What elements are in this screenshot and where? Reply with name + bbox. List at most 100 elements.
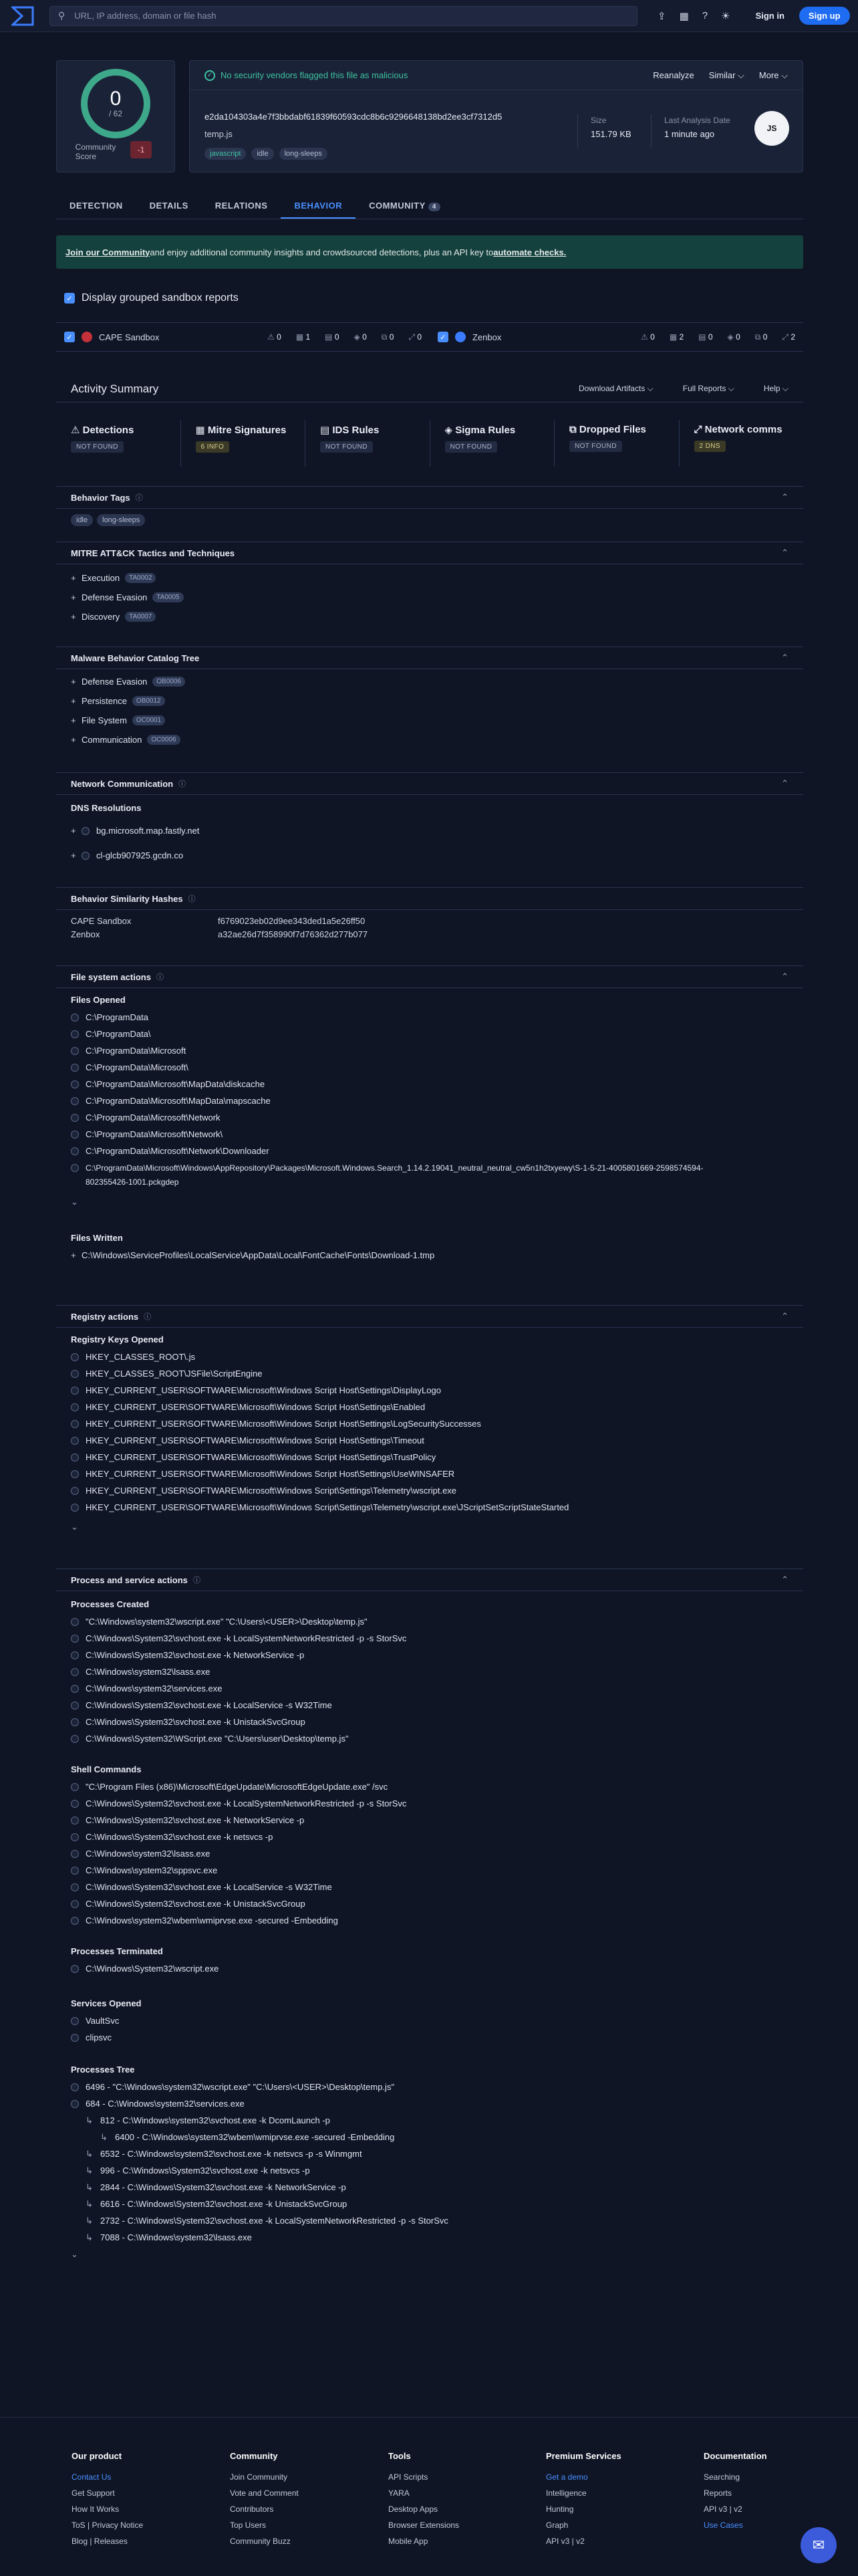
list-item[interactable]: + Persistence OB0012 xyxy=(56,693,803,709)
tag-javascript[interactable]: javascript xyxy=(204,148,247,160)
footer-link[interactable]: Contact Us xyxy=(72,2469,205,2485)
footer-link[interactable]: Intelligence xyxy=(546,2485,680,2501)
expand-icon[interactable]: + xyxy=(71,612,82,622)
shell-cmd[interactable]: C:\Windows\system32\wbem\wmiprvse.exe -s… xyxy=(86,1915,338,1925)
tree-node[interactable]: ↳ 996 - C:\Windows\System32\svchost.exe -… xyxy=(56,2162,803,2179)
file-path[interactable]: C:\ProgramData\Microsoft\MapData\diskcac… xyxy=(86,1079,265,1089)
footer-link[interactable]: API v3 | v2 xyxy=(546,2533,680,2549)
expand-icon[interactable]: + xyxy=(71,735,82,745)
list-item[interactable]: + C:\Windows\ServiceProfiles\LocalService… xyxy=(56,1247,803,1264)
join-community-link[interactable]: Join our Community xyxy=(65,247,150,257)
list-item[interactable]: + File System OC0001 xyxy=(56,712,803,729)
signup-button[interactable]: Sign up xyxy=(799,7,850,25)
search-input[interactable]: ⚲ URL, IP address, domain or file hash xyxy=(49,5,637,26)
card-ids[interactable]: ▤ IDS Rules NOT FOUND xyxy=(305,420,430,467)
tree-node[interactable]: 684 - C:\Windows\system32\services.exe xyxy=(56,2095,803,2112)
footer-link[interactable]: Searching xyxy=(704,2469,837,2485)
list-item[interactable]: + Defense Evasion OB0006 xyxy=(56,673,803,690)
card-mitre[interactable]: ▦ Mitre Signatures 6 INFO xyxy=(181,420,305,467)
file-path[interactable]: C:\ProgramData\Microsoft\Network\Downloa… xyxy=(86,1146,269,1156)
section-header[interactable]: Behavior Similarity Hashes ⓘ xyxy=(56,887,803,910)
theme-icon[interactable]: ☀ xyxy=(721,10,730,22)
grouped-reports-toggle[interactable]: ✓ Display grouped sandbox reports xyxy=(64,292,239,304)
shell-cmd[interactable]: C:\Windows\System32\svchost.exe -k netsv… xyxy=(86,1832,273,1842)
tab-community[interactable]: COMMUNITY 4 xyxy=(355,194,454,219)
card-sigma[interactable]: ◈ Sigma Rules NOT FOUND xyxy=(430,420,555,467)
show-more-icon[interactable]: ⌄ xyxy=(56,1193,803,1210)
chevron-up-icon[interactable]: ⌃ xyxy=(781,1574,789,1585)
full-reports-button[interactable]: Full Reports ⌵ xyxy=(683,384,734,394)
tree-node[interactable]: ↳ 6616 - C:\Windows\System32\svchost.exe … xyxy=(56,2196,803,2212)
list-item[interactable]: + Discovery TA0007 xyxy=(56,608,803,625)
virustotal-logo[interactable] xyxy=(8,4,37,28)
tab-details[interactable]: DETAILS xyxy=(136,194,202,219)
section-header[interactable]: Registry actions ⓘ ⌃ xyxy=(56,1305,803,1328)
tree-node[interactable]: 6496 - "C:\Windows\system32\wscript.exe"… xyxy=(56,2079,803,2095)
expand-icon[interactable]: + xyxy=(71,592,82,602)
footer-link[interactable]: Reports xyxy=(704,2485,837,2501)
footer-link[interactable]: Blog | Releases xyxy=(72,2533,205,2549)
registry-key[interactable]: HKEY_CURRENT_USER\SOFTWARE\Microsoft\Win… xyxy=(86,1419,481,1429)
tab-behavior[interactable]: BEHAVIOR xyxy=(281,194,356,219)
list-item[interactable]: + Execution TA0002 xyxy=(56,570,803,586)
sandbox-cape[interactable]: ✓ CAPE Sandbox ⚠ 0 ▦ 1 ▤ 0 ◈ 0 ⧉ 0 ⤢ 0 xyxy=(56,323,430,351)
section-header[interactable]: Process and service actions ⓘ ⌃ xyxy=(56,1568,803,1591)
section-header[interactable]: MITRE ATT&CK Tactics and Techniques ⌃ xyxy=(56,542,803,564)
file-path[interactable]: C:\ProgramData\Microsoft\Network xyxy=(86,1113,221,1123)
process-cmd[interactable]: C:\Windows\system32\lsass.exe xyxy=(86,1667,210,1677)
signin-link[interactable]: Sign in xyxy=(756,11,784,21)
card-network[interactable]: ⤢ Network comms 2 DNS xyxy=(680,420,804,467)
footer-link[interactable]: Graph xyxy=(546,2517,680,2533)
shell-cmd[interactable]: C:\Windows\System32\svchost.exe -k Local… xyxy=(86,1798,406,1808)
chevron-up-icon[interactable]: ⌃ xyxy=(781,971,789,982)
expand-icon[interactable]: + xyxy=(71,573,82,583)
more-button[interactable]: More ⌵ xyxy=(759,70,788,81)
registry-key[interactable]: HKEY_CLASSES_ROOT\.js xyxy=(86,1352,195,1362)
footer-link[interactable]: Vote and Comment xyxy=(230,2485,364,2501)
dns-item[interactable]: + cl-glcb907925.gcdn.co xyxy=(56,847,803,864)
footer-link[interactable]: Get a demo xyxy=(546,2469,680,2485)
tag-idle[interactable]: idle xyxy=(251,148,274,160)
process-cmd[interactable]: C:\Windows\system32\services.exe xyxy=(86,1683,222,1693)
reanalyze-button[interactable]: Reanalyze xyxy=(653,70,694,81)
footer-link[interactable]: How It Works xyxy=(72,2501,205,2517)
expand-icon[interactable]: + xyxy=(71,715,82,725)
chevron-up-icon[interactable]: ⌃ xyxy=(781,778,789,789)
show-more-icon[interactable]: ⌄ xyxy=(56,2246,803,2262)
file-path[interactable]: C:\ProgramData\Microsoft\ xyxy=(86,1062,188,1072)
process-cmd[interactable]: C:\Windows\System32\svchost.exe -k Netwo… xyxy=(86,1650,304,1660)
card-dropped[interactable]: ⧉ Dropped Files NOT FOUND xyxy=(555,420,680,467)
expand-icon[interactable]: + xyxy=(71,850,82,860)
footer-link[interactable]: API Scripts xyxy=(388,2469,522,2485)
section-header[interactable]: Malware Behavior Catalog Tree ⌃ xyxy=(56,647,803,669)
automate-checks-link[interactable]: automate checks. xyxy=(493,247,566,257)
footer-link[interactable]: Browser Extensions xyxy=(388,2517,522,2533)
community-score-button[interactable]: -1 xyxy=(130,141,152,158)
footer-link[interactable]: Get Support xyxy=(72,2485,205,2501)
section-header[interactable]: Network Communication ⓘ ⌃ xyxy=(56,772,803,795)
footer-link[interactable]: Hunting xyxy=(546,2501,680,2517)
shell-cmd[interactable]: C:\Windows\System32\svchost.exe -k Local… xyxy=(86,1882,332,1892)
tag[interactable]: idle xyxy=(71,514,94,526)
registry-key[interactable]: HKEY_CURRENT_USER\SOFTWARE\Microsoft\Win… xyxy=(86,1486,456,1496)
process-cmd[interactable]: C:\Windows\System32\svchost.exe -k Unist… xyxy=(86,1717,305,1727)
tree-node[interactable]: ↳ 812 - C:\Windows\system32\svchost.exe -… xyxy=(56,2112,803,2129)
tree-node[interactable]: ↳ 6532 - C:\Windows\system32\svchost.exe … xyxy=(56,2145,803,2162)
process-cmd[interactable]: C:\Windows\System32\WScript.exe "C:\User… xyxy=(86,1734,349,1744)
file-path[interactable]: 802355426-1001.pckgdep xyxy=(86,1177,178,1187)
registry-key[interactable]: HKEY_CURRENT_USER\SOFTWARE\Microsoft\Win… xyxy=(86,1452,436,1462)
registry-key[interactable]: HKEY_CLASSES_ROOT\JSFile\ScriptEngine xyxy=(86,1369,262,1379)
file-path[interactable]: C:\ProgramData xyxy=(86,1012,148,1022)
similar-button[interactable]: Similar ⌵ xyxy=(709,70,744,81)
process-cmd[interactable]: "C:\Windows\system32\wscript.exe" "C:\Us… xyxy=(86,1617,368,1627)
footer-link[interactable]: Community Buzz xyxy=(230,2533,364,2549)
shell-cmd[interactable]: C:\Windows\system32\sppsvc.exe xyxy=(86,1865,217,1875)
footer-link[interactable]: API v3 | v2 xyxy=(704,2501,837,2517)
tree-node[interactable]: ↳ 6400 - C:\Windows\system32\wbem\wmiprvs… xyxy=(56,2129,803,2145)
checkbox-icon[interactable]: ✓ xyxy=(64,293,75,304)
file-path[interactable]: C:\ProgramData\Microsoft\MapData\mapscac… xyxy=(86,1096,271,1106)
tag-long-sleeps[interactable]: long-sleeps xyxy=(279,148,327,160)
chevron-up-icon[interactable]: ⌃ xyxy=(781,1311,789,1322)
footer-link[interactable]: Join Community xyxy=(230,2469,364,2485)
footer-link[interactable]: Top Users xyxy=(230,2517,364,2533)
